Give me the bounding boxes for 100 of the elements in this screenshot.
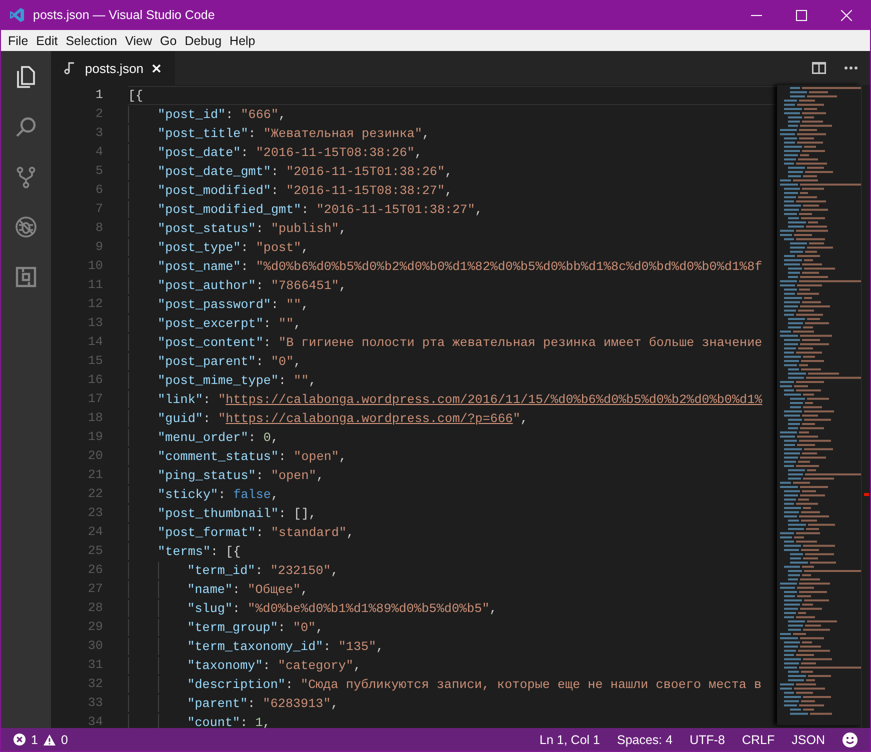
line-number: 11 bbox=[86, 277, 103, 294]
line-number: 8 bbox=[94, 220, 103, 237]
line-number: 22 bbox=[86, 486, 103, 503]
code-line: "post_thumbnail": [], bbox=[158, 506, 316, 522]
close-icon[interactable] bbox=[841, 10, 852, 20]
line-number: 2 bbox=[94, 106, 103, 123]
line-number: 5 bbox=[94, 163, 103, 180]
code-line: "post_name": "%d0%b6%d0%b5%d0%b2%d0%b0%d1%82%d0%b5%d0%bb%d1%8c%d0%bd%d0%b0%d1%8f bbox=[158, 259, 762, 275]
line-number: 31 bbox=[86, 657, 103, 674]
line-number: 30 bbox=[86, 638, 103, 655]
close-icon[interactable] bbox=[152, 64, 161, 72]
code-link[interactable]: https://calabonga.wordpress.com/2016/11/15/%d0%b6%d0%b5%d0%b2%d0%b0%d1% bbox=[226, 393, 762, 407]
code-line: "description": "Сюда публикуются записи, которые еще не нашли своего места в bbox=[187, 677, 762, 693]
line-number: 7 bbox=[94, 201, 103, 218]
line-number: 3 bbox=[94, 125, 103, 142]
code-line: "menu_order": 0, bbox=[158, 430, 279, 446]
menu-item[interactable]: Go bbox=[157, 34, 182, 48]
menu-item[interactable]: Debug bbox=[182, 34, 227, 48]
code-line: "slug": "%d0%be%d0%b1%d1%89%d0%b5%d0%b5", bbox=[187, 601, 498, 617]
line-number: 26 bbox=[86, 562, 103, 579]
status-item[interactable]: CRLF bbox=[742, 732, 775, 746]
bug-icon[interactable] bbox=[14, 215, 38, 239]
status-item[interactable]: Ln 1, Col 1 bbox=[540, 732, 600, 746]
line-number: 9 bbox=[94, 239, 103, 256]
code-line: "post_modified": "2016-11-15T08:38:27", bbox=[158, 183, 452, 199]
extensions-icon[interactable] bbox=[14, 265, 38, 289]
status-item[interactable]: JSON bbox=[792, 732, 825, 746]
line-number: 14 bbox=[86, 334, 103, 351]
code-line: "link": "https://calabonga.wordpress.com/2016/11/15/%d0%b6%d0%b5%d0%b2%d0%b0%d1% bbox=[158, 392, 762, 408]
code-line: "post_title": "Жевательная резинка", bbox=[158, 126, 430, 142]
editor-tab[interactable]: posts.json bbox=[51, 51, 175, 85]
line-number: 20 bbox=[86, 448, 103, 465]
menu-item[interactable]: Selection bbox=[62, 34, 122, 48]
status-item[interactable]: Spaces: 4 bbox=[616, 732, 673, 746]
line-number: 19 bbox=[86, 429, 103, 446]
code-line: "parent": "6283913", bbox=[187, 696, 338, 712]
line-number: 34 bbox=[86, 714, 103, 728]
line-number: 25 bbox=[86, 543, 103, 560]
line-number: 15 bbox=[86, 353, 103, 370]
menu-item[interactable]: Edit bbox=[33, 34, 63, 48]
code-link[interactable]: https://calabonga.wordpress.com/?p=666 bbox=[226, 412, 513, 426]
line-number: 18 bbox=[86, 410, 103, 427]
minimap-drawing[interactable] bbox=[777, 85, 861, 725]
code-line: "post_mime_type": "", bbox=[158, 373, 316, 389]
code-line: "post_password": "", bbox=[158, 297, 309, 313]
line-number: 13 bbox=[86, 315, 103, 332]
line-number: 1 bbox=[94, 87, 103, 104]
code-line: "post_date_gmt": "2016-11-15T01:38:26", bbox=[158, 164, 452, 180]
line-number: 27 bbox=[86, 581, 103, 598]
code-line: "comment_status": "open", bbox=[158, 449, 347, 465]
error-count[interactable]: 1 bbox=[31, 732, 38, 746]
code-line: "count": 1, bbox=[187, 715, 270, 728]
code-line: "post_status": "publish", bbox=[158, 221, 347, 237]
code-line: "post_format": "standard", bbox=[158, 525, 354, 541]
code-line: "ping_status": "open", bbox=[158, 468, 324, 484]
line-number: 17 bbox=[86, 391, 103, 408]
line-number: 24 bbox=[86, 524, 103, 541]
code-line: "term_group": "0", bbox=[187, 620, 324, 636]
menu-item[interactable]: File bbox=[5, 34, 34, 48]
line-number: 21 bbox=[86, 467, 103, 484]
branch-icon[interactable] bbox=[14, 165, 38, 189]
files-icon[interactable] bbox=[14, 65, 38, 89]
code-line: "term_taxonomy_id": "135", bbox=[187, 639, 384, 655]
warning-count[interactable]: 0 bbox=[60, 732, 68, 746]
line-number: 6 bbox=[94, 182, 103, 199]
line-number: 10 bbox=[86, 258, 103, 275]
code-line: [{ bbox=[128, 88, 144, 104]
code-line: "post_author": "7866451", bbox=[158, 278, 347, 294]
code-line: "term_id": "232150", bbox=[187, 563, 338, 579]
menu-item[interactable]: Help bbox=[226, 34, 260, 48]
code-line: "post_date": "2016-11-15T08:38:26", bbox=[158, 145, 422, 161]
code-line: "name": "Общее", bbox=[187, 582, 308, 598]
split-editor-icon[interactable] bbox=[812, 62, 826, 74]
line-number: 33 bbox=[86, 695, 103, 712]
code-line: "terms": [{ bbox=[158, 544, 241, 560]
line-number: 32 bbox=[86, 676, 103, 693]
smiley-icon[interactable] bbox=[842, 732, 858, 748]
code-line: "guid": "https://calabonga.wordpress.com/?p=666", bbox=[158, 411, 528, 427]
line-number: 28 bbox=[86, 600, 103, 617]
maximize-icon[interactable] bbox=[796, 10, 807, 20]
code-line: "taxonomy": "category", bbox=[187, 658, 362, 674]
line-number: 16 bbox=[86, 372, 103, 389]
line-number: 12 bbox=[86, 296, 103, 313]
line-number: 23 bbox=[86, 505, 103, 522]
search-icon[interactable] bbox=[14, 115, 38, 139]
code-line: "post_id": "666", bbox=[158, 107, 286, 123]
code-line: "post_excerpt": "", bbox=[158, 316, 302, 332]
code-line: "sticky": false, bbox=[158, 487, 279, 503]
code-line: "post_modified_gmt": "2016-11-15T01:38:27", bbox=[158, 202, 483, 218]
window-title: posts.json — Visual Studio Code bbox=[33, 8, 215, 22]
more-icon[interactable] bbox=[844, 66, 858, 70]
line-number: 29 bbox=[86, 619, 103, 636]
warning-icon bbox=[42, 734, 56, 746]
status-item[interactable]: UTF-8 bbox=[690, 732, 725, 746]
line-number: 4 bbox=[94, 144, 103, 161]
code-line: "post_content": "В гигиене полости рта жевательная резинка имеет больше значение bbox=[158, 335, 762, 351]
menu-item[interactable]: View bbox=[122, 34, 158, 48]
file-icon bbox=[63, 61, 77, 75]
code-line: "post_parent": "0", bbox=[158, 354, 302, 370]
code-line: "post_type": "post", bbox=[158, 240, 309, 256]
